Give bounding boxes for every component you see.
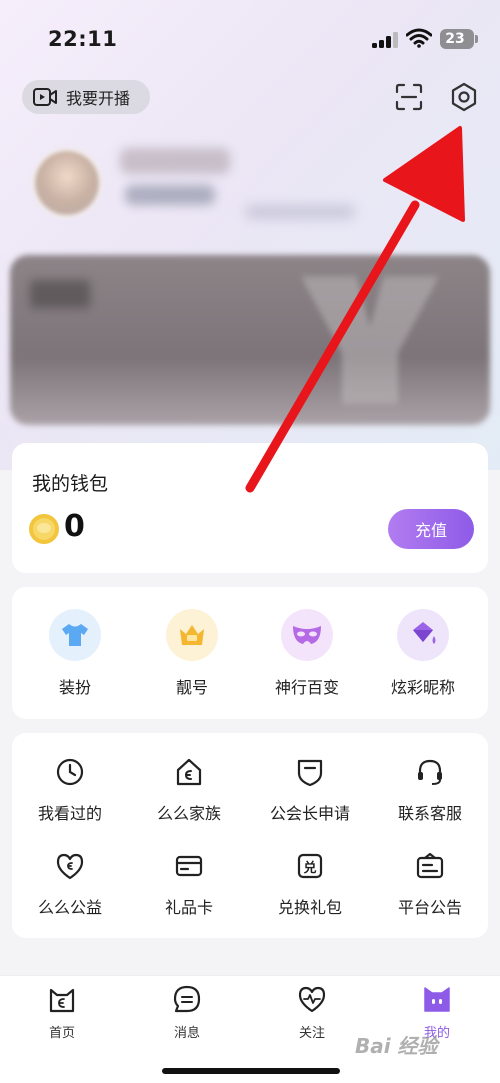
username-blurred	[120, 148, 230, 174]
feature-label: 神行百变	[274, 678, 339, 697]
announcement-icon	[416, 852, 444, 879]
start-live-button[interactable]: 我要开播	[22, 80, 150, 114]
crown-icon	[166, 609, 218, 661]
status-bar: 22:11 23	[0, 0, 500, 80]
tool-label: 么么家族	[156, 804, 221, 823]
home-indicator[interactable]	[162, 1068, 340, 1074]
feature-transform[interactable]: 神行百变	[252, 609, 362, 698]
tool-charity[interactable]: 么么公益	[10, 851, 130, 918]
start-live-label: 我要开播	[66, 89, 131, 108]
features-card: 装扮 靓号 神行百变 炫彩昵称	[12, 587, 488, 719]
feature-label: 炫彩昵称	[390, 678, 455, 697]
message-icon	[173, 985, 201, 1013]
user-id-blurred	[245, 205, 355, 219]
svg-text:兑: 兑	[303, 860, 316, 876]
battery-icon: 23	[440, 29, 478, 49]
user-level-blurred	[125, 185, 215, 205]
tshirt-icon	[49, 609, 101, 661]
tool-customer-service[interactable]: 联系客服	[370, 757, 490, 824]
tab-label: 消息	[173, 1026, 200, 1041]
follow-heart-icon	[298, 986, 326, 1013]
home-cat-icon	[49, 988, 75, 1013]
tool-label: 兑换礼包	[277, 898, 342, 917]
tab-home[interactable]: 首页	[17, 984, 107, 1041]
feature-label: 装扮	[58, 678, 91, 697]
feature-dress-up[interactable]: 装扮	[20, 609, 130, 698]
tool-label: 礼品卡	[164, 898, 213, 917]
family-house-icon	[176, 758, 202, 786]
tool-gift-card[interactable]: 礼品卡	[129, 851, 249, 918]
wifi-icon	[406, 28, 432, 48]
guild-badge-icon	[297, 759, 323, 787]
video-camera-icon	[33, 88, 57, 106]
tool-label: 平台公告	[397, 898, 462, 917]
wallet-title: 我的钱包	[32, 473, 109, 495]
tool-label: 我看过的	[37, 804, 102, 823]
vip-banner[interactable]	[10, 255, 490, 425]
tool-announcement[interactable]: 平台公告	[370, 851, 490, 918]
gift-card-icon	[175, 855, 203, 877]
coin-icon	[29, 514, 59, 544]
status-time: 22:11	[48, 27, 118, 51]
recharge-button[interactable]: 充值	[388, 509, 474, 549]
settings-icon[interactable]	[448, 81, 480, 113]
tool-label: 么么公益	[37, 898, 102, 917]
signal-icon	[372, 32, 400, 48]
charity-heart-icon	[56, 853, 84, 880]
bottom-tab-bar: 首页 消息 关注 我的	[0, 975, 500, 1083]
paint-bucket-icon	[397, 609, 449, 661]
feature-label: 靓号	[175, 678, 208, 697]
scan-icon[interactable]	[395, 83, 423, 111]
tool-guild-apply[interactable]: 公会长申请	[250, 757, 370, 824]
tool-label: 公会长申请	[269, 804, 350, 823]
tool-label: 联系客服	[397, 804, 462, 823]
tab-label: 首页	[48, 1026, 75, 1041]
tool-family[interactable]: 么么家族	[129, 757, 249, 824]
feature-pretty-number[interactable]: 靓号	[137, 609, 247, 698]
redeem-icon: 兑	[297, 853, 323, 879]
profile-face-icon	[424, 987, 450, 1012]
tool-redeem-gift[interactable]: 兑 兑换礼包	[250, 851, 370, 918]
tab-messages[interactable]: 消息	[142, 984, 232, 1041]
tool-watch-history[interactable]: 我看过的	[10, 757, 130, 824]
watermark: Bai 经验	[355, 1034, 438, 1058]
wallet-card: 我的钱包 0 充值	[12, 443, 488, 573]
mask-icon	[281, 609, 333, 661]
headset-icon	[418, 759, 442, 785]
wallet-balance: 0	[64, 509, 85, 544]
tab-label: 关注	[298, 1026, 325, 1041]
clock-icon	[56, 758, 84, 786]
battery-level: 23	[445, 31, 465, 47]
tools-card: 我看过的 么么家族 公会长申请 联系客服 么么公益 礼品卡 兑 兑换礼包 平台公…	[12, 733, 488, 938]
avatar[interactable]	[32, 148, 102, 218]
feature-color-nickname[interactable]: 炫彩昵称	[368, 609, 478, 698]
tab-following[interactable]: 关注	[267, 984, 357, 1041]
